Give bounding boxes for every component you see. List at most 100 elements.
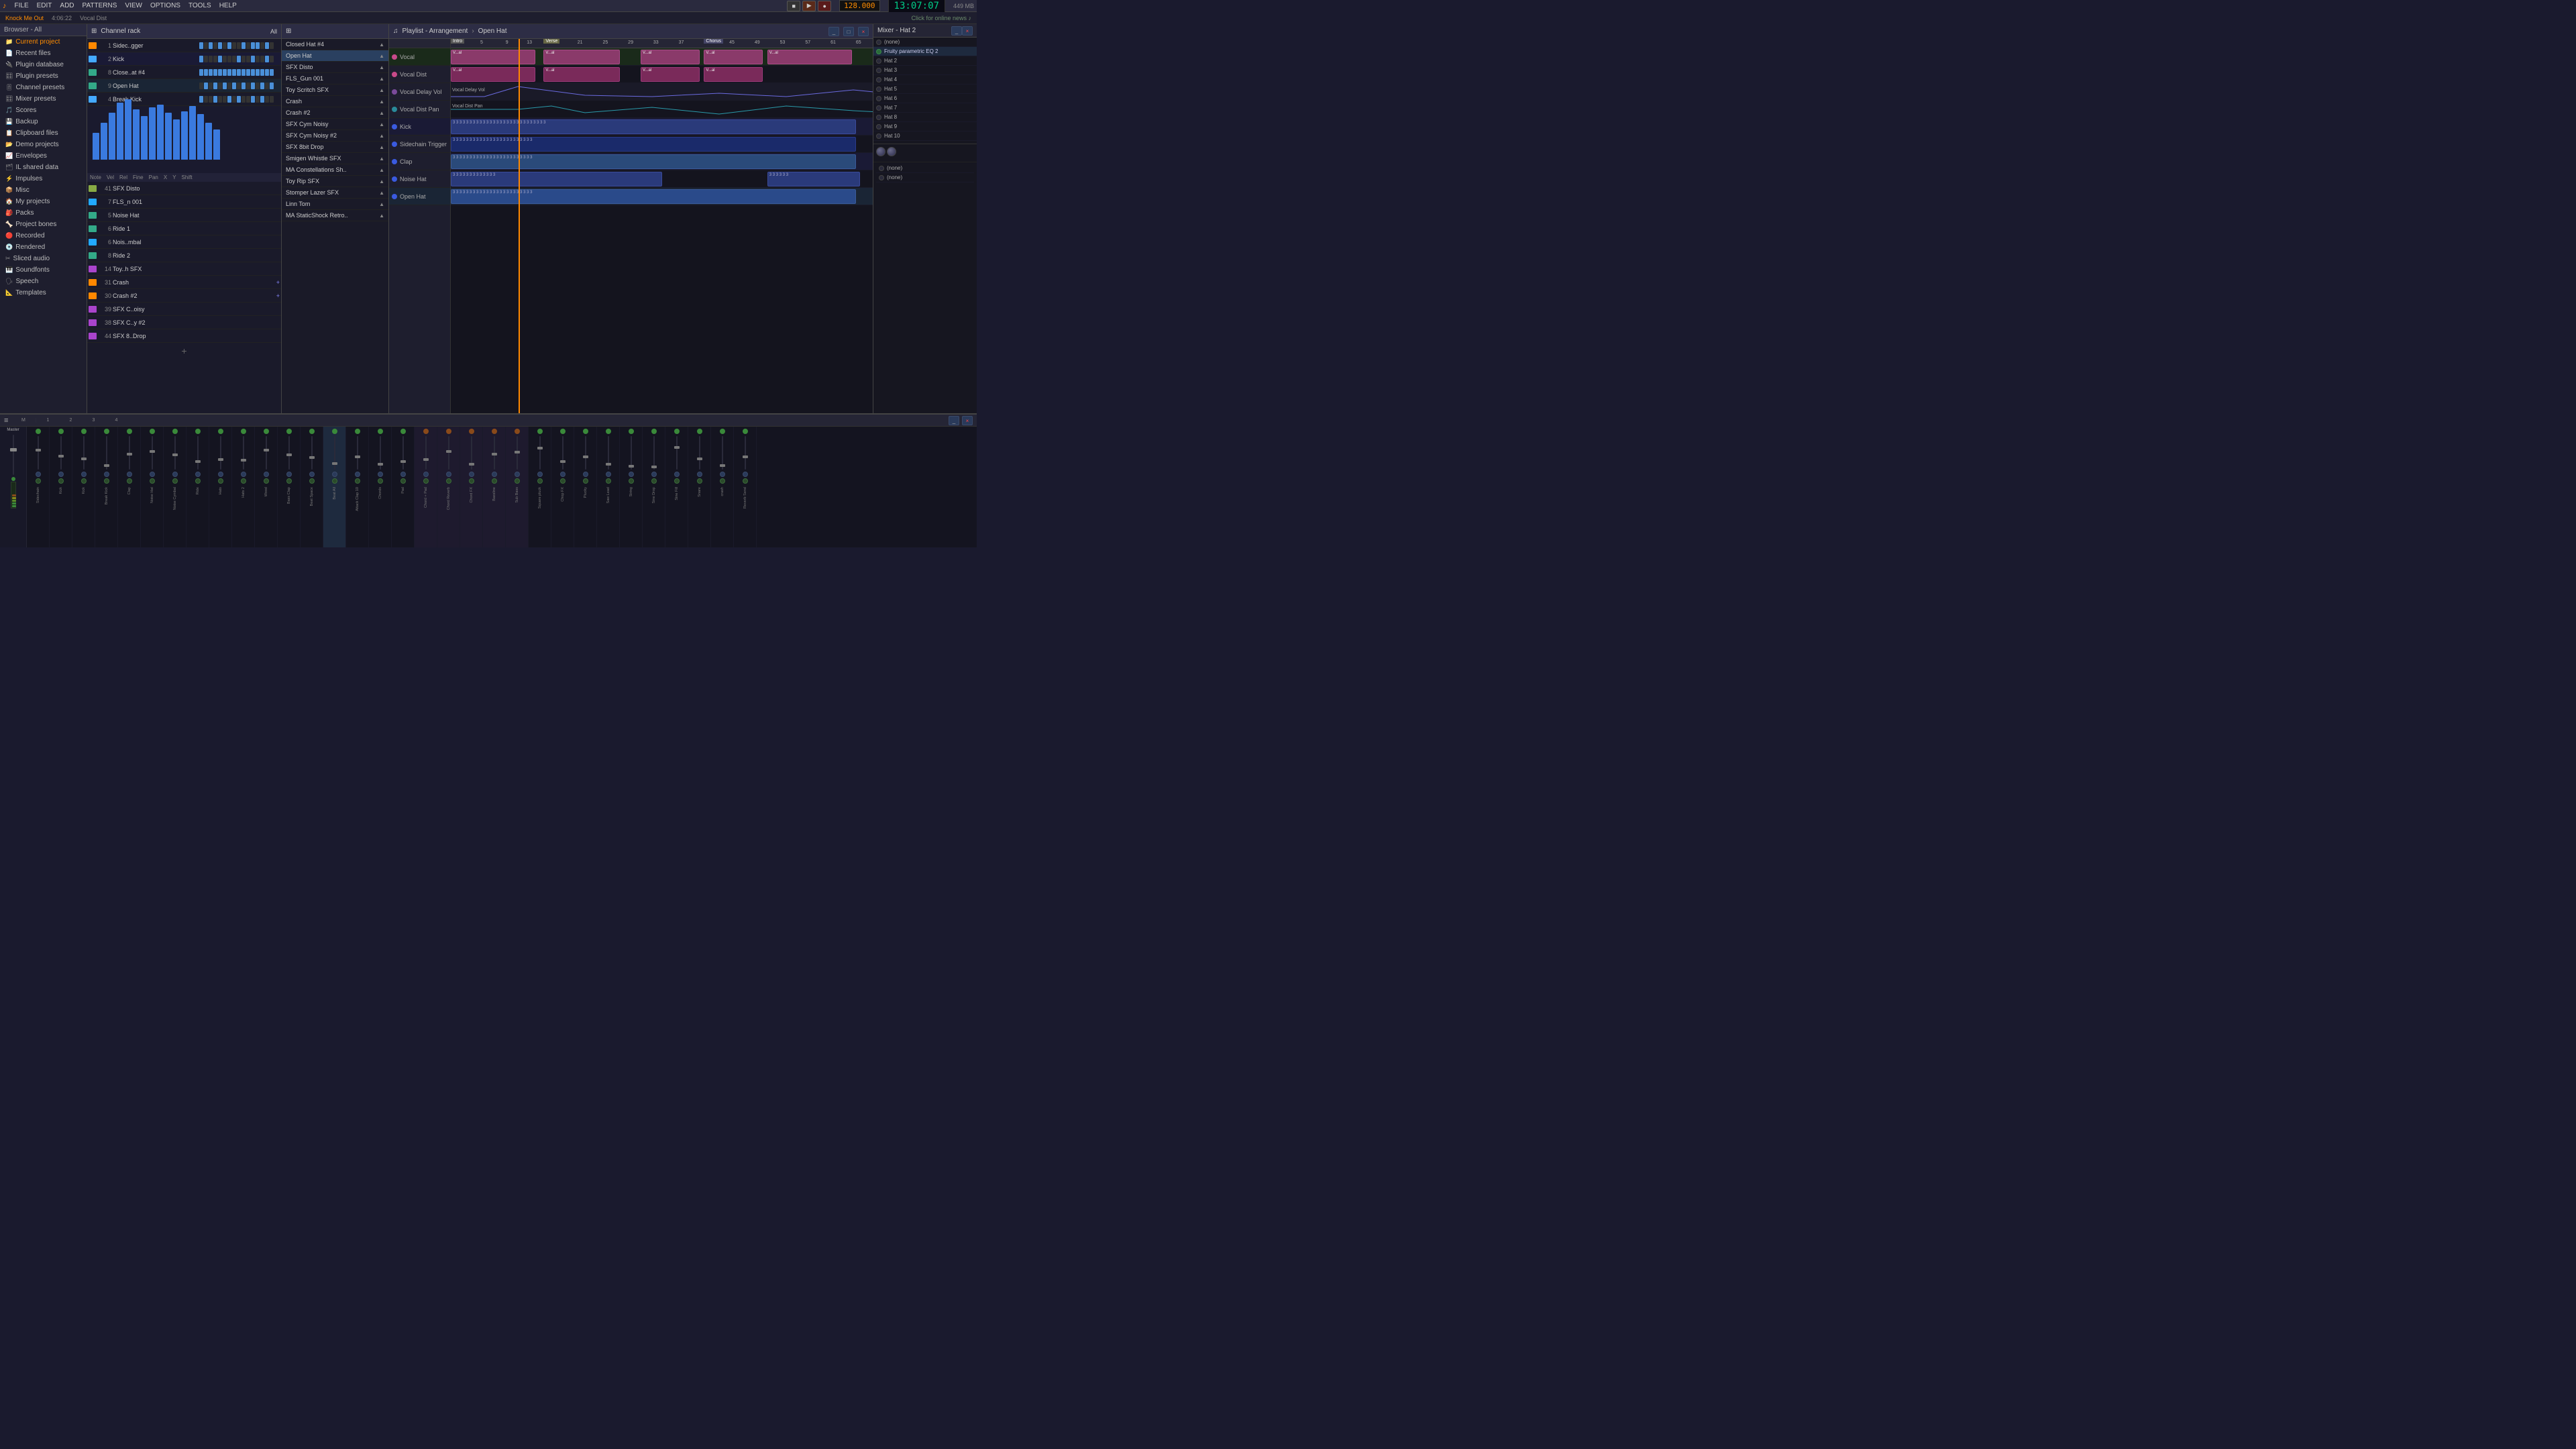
channel-row-sfxcoisy[interactable]: 39 SFX C..oisy <box>87 303 281 316</box>
ch-send-knob-10[interactable] <box>264 478 269 484</box>
inst-row-6[interactable]: Crash #2 ▲ <box>282 107 388 119</box>
channel-row-kick[interactable]: 2 Kick <box>87 52 281 66</box>
ch-fader-1[interactable] <box>58 455 64 458</box>
ch-fader-2[interactable] <box>81 458 87 460</box>
ch-send-knob-7[interactable] <box>195 478 201 484</box>
sidebar-item-recorded[interactable]: 🔴 Recorded <box>0 230 87 241</box>
inst-row-9[interactable]: SFX 8bit Drop ▲ <box>282 142 388 153</box>
ch-send-knob-16[interactable] <box>400 478 406 484</box>
clap-clip[interactable]: 3 3 3 3 3 3 3 3 3 3 3 3 3 3 3 3 3 3 3 3 … <box>451 154 856 169</box>
sidebar-item-envelopes[interactable]: 📈 Envelopes <box>0 150 87 162</box>
vocal-track-row[interactable]: V...al V...al V...al V...al V...al <box>451 48 873 66</box>
ch-fader-9[interactable] <box>241 459 246 462</box>
mixer-channel-10[interactable]: Wood <box>255 427 278 547</box>
vocal-dist-pan-track-row[interactable]: Vocal Dist Pan <box>451 101 873 118</box>
ch-fader-14[interactable] <box>355 455 360 458</box>
ch-send-knob-28[interactable] <box>674 478 680 484</box>
ch-fader-12[interactable] <box>309 456 315 459</box>
ch-fader-3[interactable] <box>104 464 109 467</box>
mixer-channel-24[interactable]: Plucky <box>574 427 597 547</box>
sidebar-item-plugin-database[interactable]: 🔌 Plugin database <box>0 59 87 70</box>
ch-send-knob-29[interactable] <box>697 478 702 484</box>
inst-row-0[interactable]: Closed Hat #4 ▲ <box>282 39 388 50</box>
fx-slot-hat6[interactable]: Hat 6 <box>873 94 977 103</box>
ch-fader-30[interactable] <box>720 464 725 467</box>
mixer-minimize[interactable]: _ <box>949 416 959 425</box>
menu-options[interactable]: OPTIONS <box>150 2 180 9</box>
vocal-clip-2[interactable]: V...al <box>543 50 619 64</box>
vocal-dist-pan-clip[interactable]: Vocal Dist Pan <box>451 101 873 117</box>
fx-slot-none-3[interactable]: (none) <box>876 173 974 182</box>
menu-file[interactable]: FILE <box>15 2 29 9</box>
fx-slot-hat5[interactable]: Hat 5 <box>873 85 977 94</box>
ch-fader-28[interactable] <box>674 446 680 449</box>
ch-fader-18[interactable] <box>446 450 451 453</box>
right-panel-minimize[interactable]: _ <box>951 26 962 36</box>
ch-fader-31[interactable] <box>743 455 748 458</box>
ch-fader-13[interactable] <box>332 462 337 465</box>
mixer-channel-22[interactable]: Square pluck <box>529 427 551 547</box>
ch-send-knob-8[interactable] <box>218 478 223 484</box>
channel-row-sfx8drop[interactable]: 44 SFX 8..Drop <box>87 329 281 343</box>
channel-row-sidec[interactable]: 1 Sidec..gger <box>87 39 281 52</box>
inst-row-14[interactable]: Linn Tom ▲ <box>282 199 388 210</box>
mixer-channel-7[interactable]: Ride <box>186 427 209 547</box>
channel-row-ride1[interactable]: 6 Ride 1 <box>87 222 281 235</box>
ch-fader-17[interactable] <box>423 458 429 461</box>
ch-knob-16[interactable] <box>400 472 406 477</box>
ch-send-knob-19[interactable] <box>469 478 474 484</box>
ch-fader-10[interactable] <box>264 449 269 451</box>
ch-fader-0[interactable] <box>36 449 41 451</box>
channel-row-ride2[interactable]: 8 Ride 2 <box>87 249 281 262</box>
ch-send-knob-25[interactable] <box>606 478 611 484</box>
ch-knob-21[interactable] <box>515 472 520 477</box>
ch-knob-28[interactable] <box>674 472 680 477</box>
mixer-channel-25[interactable]: Saw Lead <box>597 427 620 547</box>
fx-slot-hat3[interactable]: Hat 3 <box>873 66 977 75</box>
ch-fader-7[interactable] <box>195 460 201 463</box>
record-button[interactable]: ● <box>818 1 831 11</box>
vocal-dist-clip-2[interactable]: V...al <box>543 67 619 82</box>
track-label-clap[interactable]: Clap <box>389 153 450 170</box>
mixer-channel-17[interactable]: Chord + Pad <box>415 427 437 547</box>
fx-slot-hat9[interactable]: Hat 9 <box>873 122 977 131</box>
ch-send-knob-18[interactable] <box>446 478 451 484</box>
ch-send-knob-2[interactable] <box>81 478 87 484</box>
ch-fader-6[interactable] <box>172 453 178 456</box>
ch-knob-14[interactable] <box>355 472 360 477</box>
sidebar-item-scores[interactable]: 🎵 Scores <box>0 105 87 116</box>
ch-knob-7[interactable] <box>195 472 201 477</box>
ch-send-knob-20[interactable] <box>492 478 497 484</box>
sidebar-item-impulses[interactable]: ⚡ Impulses <box>0 173 87 184</box>
channel-row-closehat[interactable]: 8 Close..at #4 <box>87 66 281 79</box>
inst-row-1[interactable]: Open Hat ▲ <box>282 50 388 62</box>
fx-slot-hat4[interactable]: Hat 4 <box>873 75 977 85</box>
channel-row-noismbal[interactable]: 6 Nois..mbal <box>87 235 281 249</box>
fx-slot-hat2[interactable]: Hat 2 <box>873 56 977 66</box>
ch-knob-29[interactable] <box>697 472 702 477</box>
ch-knob-25[interactable] <box>606 472 611 477</box>
ch-knob-6[interactable] <box>172 472 178 477</box>
track-label-sidechain[interactable]: Sidechain Trigger <box>389 136 450 153</box>
sidebar-item-soundfonts[interactable]: 🎹 Soundfonts <box>0 264 87 276</box>
ch-knob-0[interactable] <box>36 472 41 477</box>
inst-row-10[interactable]: Smigen Whistle SFX ▲ <box>282 153 388 164</box>
ch-fader-22[interactable] <box>537 447 543 449</box>
stop-button[interactable]: ■ <box>787 1 800 11</box>
mixer-channel-23[interactable]: Chop FX <box>551 427 574 547</box>
ch-send-knob-5[interactable] <box>150 478 155 484</box>
ch-send-knob-15[interactable] <box>378 478 383 484</box>
ch-send-knob-22[interactable] <box>537 478 543 484</box>
ch-send-knob-17[interactable] <box>423 478 429 484</box>
ch-fader-5[interactable] <box>150 450 155 453</box>
send-knob-2[interactable] <box>887 147 896 156</box>
ch-send-knob-6[interactable] <box>172 478 178 484</box>
menu-add[interactable]: ADD <box>60 2 74 9</box>
ch-knob-17[interactable] <box>423 472 429 477</box>
mixer-channel-18[interactable]: Chord Reverb <box>437 427 460 547</box>
track-label-kick[interactable]: Kick <box>389 118 450 136</box>
channel-row-sfxcy2[interactable]: 38 SFX C..y #2 <box>87 316 281 329</box>
inst-row-2[interactable]: SFX Disto ▲ <box>282 62 388 73</box>
ch-send-knob-4[interactable] <box>127 478 132 484</box>
channel-row-toy[interactable]: 14 Toy..h SFX <box>87 262 281 276</box>
